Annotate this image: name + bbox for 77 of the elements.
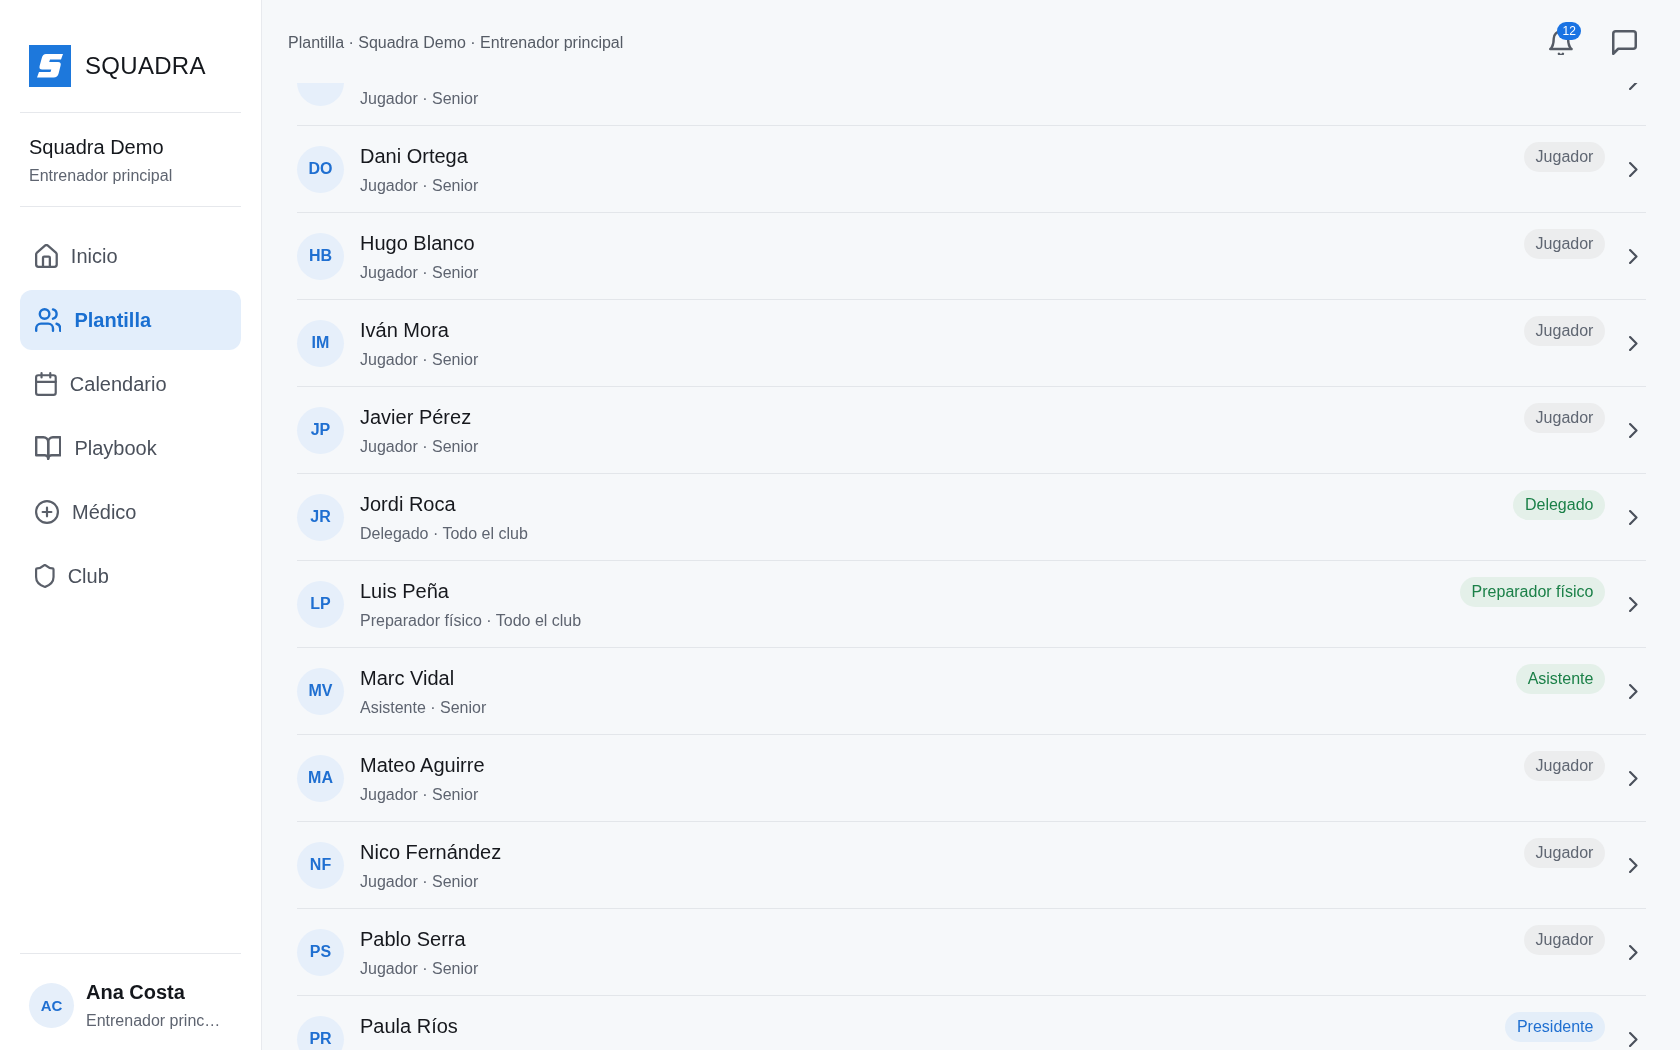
role-tag: Jugador [1523,403,1606,433]
chevron-right-icon[interactable] [1629,683,1638,699]
role-tag: Delegado [1512,490,1606,520]
nav-item[interactable]: Plantilla [20,290,241,350]
chevron-right-icon[interactable] [1629,509,1638,525]
avatar: MA [297,754,344,802]
role-tag: Asistente [1515,664,1606,694]
avatar: PR [297,1015,344,1050]
member-name: Nico Fernández [360,840,502,865]
member-role: Delegado · Todo el club [360,524,528,544]
home-icon [35,244,58,268]
chevron-right-icon[interactable] [1629,596,1638,612]
nav-item[interactable]: Playbook [20,418,241,478]
member-role: Jugador · Senior [360,263,479,283]
chevron-right-icon[interactable] [1629,335,1638,351]
role-tag: Presidente [1504,1012,1606,1042]
chevron-right-icon[interactable] [1629,857,1638,873]
member-role: Jugador · Senior [360,872,479,892]
nav-item[interactable]: Médico [20,482,241,542]
member-name: Hugo Blanco [360,231,475,256]
member-role: Preparador físico · Todo el club [360,611,582,631]
member-name: Marc Vidal [360,666,455,691]
role-tag: Jugador [1523,838,1606,868]
avatar: JP [297,406,344,454]
member-name: Iván Mora [360,318,449,343]
people-icon [35,308,62,332]
role-tag: Jugador [1523,751,1606,781]
chevron-right-icon[interactable] [1629,422,1638,438]
member-name: Jordi Roca [360,492,456,517]
nav-item[interactable]: Calendario [20,354,241,414]
role-tag: Jugador [1523,316,1606,346]
shield-icon [35,564,55,588]
breadcrumb: Plantilla · Squadra Demo · Entrenador principal [288,32,624,53]
member-role: Jugador · Senior [360,350,479,370]
member-role: Jugador · Senior [360,785,479,805]
plus-circle-icon [35,500,59,524]
user-avatar: AC [29,983,74,1028]
role-tag: Jugador [1523,925,1606,955]
avatar: DO [297,145,344,193]
role-tag: Preparador físico [1459,577,1606,607]
nav-item[interactable]: Club [20,546,241,606]
avatar: NF [297,841,344,889]
role-tag: Jugador [1523,142,1606,172]
avatar: PS [297,928,344,976]
nav-item[interactable]: Inicio [20,226,241,286]
avatar: JR [297,493,344,541]
user-name: Ana Costa [86,980,185,1005]
message-icon[interactable] [1612,30,1637,55]
chevron-right-icon[interactable] [1629,161,1638,177]
team-name: Squadra Demo [29,135,164,160]
user-role: Entrenador princ… [86,1011,221,1031]
avatar: HB [297,232,344,280]
member-role: Jugador · Senior [360,176,479,196]
chevron-right-icon[interactable] [1629,1031,1638,1047]
member-role: Jugador · Senior [360,437,479,457]
role-tag: Jugador [1523,229,1606,259]
notification-count: 12 [1557,22,1582,40]
member-role: Asistente · Senior [360,698,487,718]
avatar: LP [297,580,344,628]
brand-name: SQUADRA [85,51,206,81]
member-name: Javier Pérez [360,405,472,430]
member-name: Paula Ríos [360,1014,458,1039]
member-role: Jugador · Senior [360,89,479,109]
logo-icon [29,45,71,87]
chevron-right-icon[interactable] [1629,248,1638,264]
book-icon [35,436,62,460]
member-name: Luis Peña [360,579,449,604]
calendar-icon [35,372,57,396]
avatar: MV [297,667,344,715]
chevron-right-icon[interactable] [1629,944,1638,960]
member-name: Pablo Serra [360,927,466,952]
member-role: Jugador · Senior [360,959,479,979]
team-role: Entrenador principal [29,166,173,186]
avatar: IM [297,319,344,367]
member-name: Dani Ortega [360,144,468,169]
chevron-right-icon[interactable] [1629,770,1638,786]
member-name: Mateo Aguirre [360,753,485,778]
